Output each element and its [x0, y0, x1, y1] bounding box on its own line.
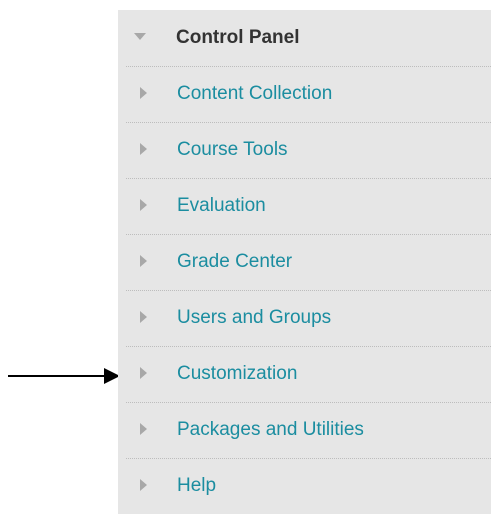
divider — [126, 346, 491, 347]
menu-item-evaluation[interactable]: Evaluation — [118, 178, 491, 234]
menu-item-content-collection[interactable]: Content Collection — [118, 66, 491, 122]
menu-item-label[interactable]: Packages and Utilities — [177, 419, 364, 441]
triangle-right-icon — [140, 87, 147, 99]
divider — [126, 178, 491, 179]
triangle-right-icon — [140, 143, 147, 155]
control-panel-title: Control Panel — [176, 27, 300, 48]
menu-item-label[interactable]: Users and Groups — [177, 307, 331, 329]
triangle-right-icon — [140, 255, 147, 267]
divider — [126, 66, 491, 67]
menu-item-users-and-groups[interactable]: Users and Groups — [118, 290, 491, 346]
menu-item-customization[interactable]: Customization — [118, 346, 491, 402]
menu-item-label[interactable]: Content Collection — [177, 83, 332, 105]
menu-item-label[interactable]: Course Tools — [177, 139, 288, 161]
divider — [126, 402, 491, 403]
menu-item-label[interactable]: Customization — [177, 363, 297, 385]
triangle-right-icon — [140, 199, 147, 211]
divider — [126, 458, 491, 459]
pointer-arrow-icon — [8, 366, 120, 386]
menu-item-label[interactable]: Evaluation — [177, 195, 266, 217]
divider — [126, 234, 491, 235]
menu-item-help[interactable]: Help — [118, 458, 491, 514]
menu-item-label[interactable]: Help — [177, 475, 216, 497]
triangle-down-icon — [134, 33, 146, 40]
triangle-right-icon — [140, 311, 147, 323]
divider — [126, 290, 491, 291]
pointer-arrow-shaft — [8, 375, 106, 377]
triangle-right-icon — [140, 367, 147, 379]
menu-item-label[interactable]: Grade Center — [177, 251, 292, 273]
menu-item-grade-center[interactable]: Grade Center — [118, 234, 491, 290]
triangle-right-icon — [140, 423, 147, 435]
control-panel: Control Panel Content Collection Course … — [118, 10, 491, 514]
triangle-right-icon — [140, 479, 147, 491]
menu-item-course-tools[interactable]: Course Tools — [118, 122, 491, 178]
screenshot-stage: Control Panel Content Collection Course … — [0, 0, 491, 514]
divider — [126, 122, 491, 123]
menu-item-packages-and-utilities[interactable]: Packages and Utilities — [118, 402, 491, 458]
control-panel-header[interactable]: Control Panel — [118, 10, 491, 66]
